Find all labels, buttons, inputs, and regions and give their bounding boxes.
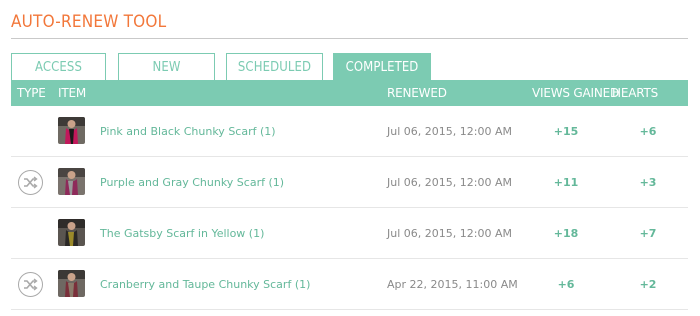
item-link[interactable]: The Gatsby Scarf in Yellow (1): [100, 208, 264, 259]
header-item[interactable]: ITEM: [58, 80, 86, 106]
item-thumbnail[interactable]: [58, 168, 85, 195]
header-views-gained[interactable]: VIEWS GAINED: [532, 80, 619, 106]
header-type[interactable]: TYPE: [17, 80, 46, 106]
table-row: The Gatsby Scarf in Yellow (1) Jul 06, 2…: [11, 208, 688, 259]
renewed-date: Jul 06, 2015, 12:00 AM: [387, 176, 512, 189]
views-gained: +6: [557, 278, 575, 291]
tab-bar: ACCESS NEW SCHEDULED COMPLETED: [11, 53, 688, 80]
item-thumbnail[interactable]: [58, 117, 85, 144]
table-row: Cranberry and Taupe Chunky Scarf (1) Apr…: [11, 259, 688, 310]
item-thumbnail[interactable]: [58, 219, 85, 246]
hearts-gained: +7: [639, 227, 657, 240]
tab-scheduled[interactable]: SCHEDULED: [226, 53, 323, 80]
page-title: AUTO-RENEW TOOL: [11, 12, 167, 32]
table-row: Pink and Black Chunky Scarf (1) Jul 06, …: [11, 106, 688, 157]
renewed-date: Apr 22, 2015, 11:00 AM: [387, 278, 518, 291]
tab-completed[interactable]: COMPLETED: [333, 53, 431, 80]
title-divider: [11, 38, 688, 39]
hearts-gained: +2: [639, 278, 657, 291]
shuffle-icon: [18, 272, 43, 297]
item-link[interactable]: Purple and Gray Chunky Scarf (1): [100, 157, 284, 208]
header-hearts-gained[interactable]: HEARTS GAINED: [612, 80, 688, 126]
item-link[interactable]: Pink and Black Chunky Scarf (1): [100, 106, 276, 157]
renewed-date: Jul 06, 2015, 12:00 AM: [387, 227, 512, 240]
views-gained: +15: [553, 125, 579, 138]
renewed-date: Jul 06, 2015, 12:00 AM: [387, 125, 512, 138]
table-header: TYPE ITEM RENEWED VIEWS GAINED HEARTS GA…: [11, 80, 688, 126]
header-renewed[interactable]: RENEWED: [387, 80, 447, 106]
views-gained: +11: [553, 176, 579, 189]
shuffle-icon: [18, 170, 43, 195]
item-thumbnail[interactable]: [58, 270, 85, 297]
hearts-gained: +3: [639, 176, 657, 189]
table-row: Purple and Gray Chunky Scarf (1) Jul 06,…: [11, 157, 688, 208]
item-link[interactable]: Cranberry and Taupe Chunky Scarf (1): [100, 259, 310, 310]
views-gained: +18: [553, 227, 579, 240]
tab-access[interactable]: ACCESS: [11, 53, 106, 80]
tab-new[interactable]: NEW: [118, 53, 215, 80]
hearts-gained: +6: [639, 125, 657, 138]
